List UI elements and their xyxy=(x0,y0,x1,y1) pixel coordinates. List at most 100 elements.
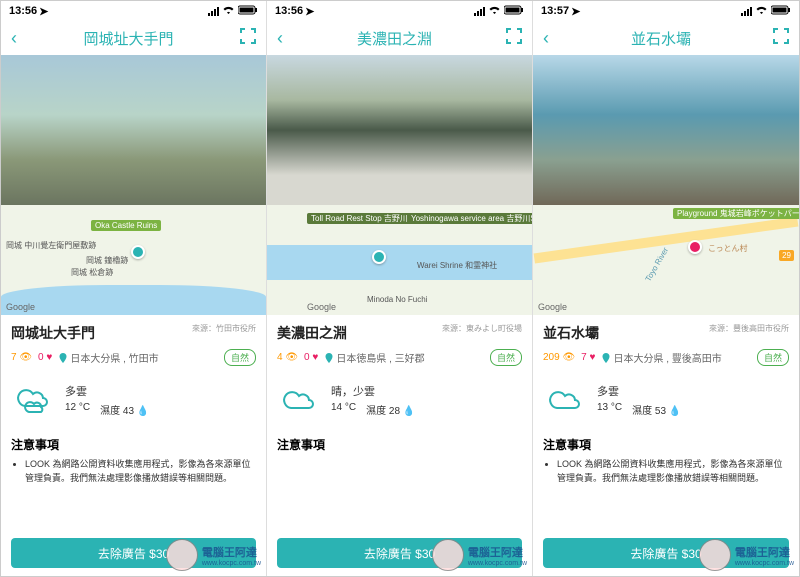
weather-widget: 晴，少雲 14 °C 濕度 28 💧 xyxy=(277,374,522,426)
source-label: 來源：豐後高田市役所 xyxy=(709,323,789,334)
remove-ads-button[interactable]: 去除廣告 $30 xyxy=(543,538,789,568)
weather-temp: 12 °C xyxy=(65,402,90,417)
map-poi-label: Yoshinogawa service area 吉野川SA (下り) xyxy=(407,213,533,224)
location-name: 美濃田之淵 xyxy=(277,323,347,343)
battery-icon xyxy=(771,5,791,18)
signal-icon xyxy=(208,7,219,16)
address-label: 日本徳島県 , 三好郡 xyxy=(324,350,424,365)
category-tag: 自然 xyxy=(757,349,789,366)
notes-list: LOOK 為網路公開資料收集應用程式，影像為各來源單位管理負責。我們無法處理影像… xyxy=(543,458,789,485)
weather-temp: 14 °C xyxy=(331,402,356,417)
screen-2: 13:56➤ ‹ 美濃田之淵 Toll Road Rest Stop 吉野川ハイ… xyxy=(267,1,533,576)
source-label: 來源：東みよし町役場 xyxy=(442,323,522,334)
map-pin-icon xyxy=(688,240,702,254)
map-pin-icon xyxy=(131,245,145,259)
weather-humidity: 濕度 43 💧 xyxy=(100,402,149,417)
signal-icon xyxy=(741,7,752,16)
map-poi-label: Warei Shrine 和霊神社 xyxy=(417,260,497,271)
signal-icon xyxy=(474,7,485,16)
remove-ads-button[interactable]: 去除廣告 $30 xyxy=(11,538,256,568)
weather-condition: 多雲 xyxy=(597,383,681,399)
fullscreen-button[interactable] xyxy=(773,28,789,49)
camera-photo[interactable] xyxy=(1,55,266,205)
fullscreen-button[interactable] xyxy=(240,28,256,49)
weather-condition: 多雲 xyxy=(65,383,149,399)
view-count: 209 👁 xyxy=(543,352,575,363)
status-bar: 13:56➤ xyxy=(267,1,532,21)
map-view[interactable]: Playground 鬼城岩峰ポケットパーク こっとん村 29 Toyo Riv… xyxy=(533,205,799,315)
location-arrow-icon: ➤ xyxy=(305,5,314,18)
wifi-icon xyxy=(222,5,235,18)
map-poi-label: Oka Castle Ruins xyxy=(91,220,161,231)
fullscreen-button[interactable] xyxy=(506,28,522,49)
location-name: 並石水壩 xyxy=(543,323,599,343)
location-arrow-icon: ➤ xyxy=(39,5,48,18)
map-view[interactable]: Oka Castle Ruins 岡城 中川覺左衛門屋敷跡 岡城 鐘櫓跡 岡城 … xyxy=(1,205,266,315)
like-count: 0 ♥ xyxy=(304,352,318,363)
info-panel: 美濃田之淵 來源：東みよし町役場 4 👁 0 ♥ 日本徳島県 , 三好郡 自然 … xyxy=(267,315,532,466)
weather-humidity: 濕度 53 💧 xyxy=(632,402,681,417)
note-item: LOOK 為網路公開資料收集應用程式，影像為各來源單位管理負責。我們無法處理影像… xyxy=(25,458,256,485)
status-time: 13:56 xyxy=(9,5,37,17)
location-arrow-icon: ➤ xyxy=(571,5,580,18)
view-count: 4 👁 xyxy=(277,352,298,363)
remove-ads-button[interactable]: 去除廣告 $30 xyxy=(277,538,522,568)
google-attribution: Google xyxy=(6,302,35,312)
source-label: 來源：竹田市役所 xyxy=(192,323,256,334)
status-time: 13:56 xyxy=(275,5,303,17)
weather-humidity: 濕度 28 💧 xyxy=(366,402,415,417)
weather-widget: 多雲 13 °C 濕度 53 💧 xyxy=(543,374,789,426)
weather-temp: 13 °C xyxy=(597,402,622,417)
map-poi-label: 岡城 鐘櫓跡 xyxy=(86,255,128,266)
page-title: 岡城址大手門 xyxy=(83,28,173,49)
back-button[interactable]: ‹ xyxy=(11,28,17,49)
note-item: LOOK 為網路公開資料收集應用程式，影像為各來源單位管理負責。我們無法處理影像… xyxy=(557,458,789,485)
category-tag: 自然 xyxy=(224,349,256,366)
info-panel: 並石水壩 來源：豐後高田市役所 209 👁 7 ♥ 日本大分県 , 豐後高田市 … xyxy=(533,315,799,495)
nav-bar: ‹ 並石水壩 xyxy=(533,21,799,55)
address-label: 日本大分県 , 竹田市 xyxy=(58,350,158,365)
back-button[interactable]: ‹ xyxy=(277,28,283,49)
google-attribution: Google xyxy=(307,302,336,312)
camera-photo[interactable] xyxy=(533,55,799,205)
status-time: 13:57 xyxy=(541,5,569,17)
back-button[interactable]: ‹ xyxy=(543,28,549,49)
wifi-icon xyxy=(755,5,768,18)
notes-heading: 注意事項 xyxy=(11,436,256,453)
map-poi-label: Playground 鬼城岩峰ポケットパーク xyxy=(673,208,799,219)
map-river-label: Toyo River xyxy=(644,246,671,283)
map-route-badge: 29 xyxy=(779,250,794,261)
wifi-icon xyxy=(488,5,501,18)
weather-condition: 晴，少雲 xyxy=(331,383,415,399)
nav-bar: ‹ 美濃田之淵 xyxy=(267,21,532,55)
status-bar: 13:57➤ xyxy=(533,1,799,21)
category-tag: 自然 xyxy=(490,349,522,366)
notes-heading: 注意事項 xyxy=(277,436,522,453)
weather-widget: 多雲 12 °C 濕度 43 💧 xyxy=(11,374,256,426)
battery-icon xyxy=(238,5,258,18)
google-attribution: Google xyxy=(538,302,567,312)
view-count: 7 👁 xyxy=(11,352,32,363)
info-panel: 岡城址大手門 來源：竹田市役所 7 👁 0 ♥ 日本大分県 , 竹田市 自然 多… xyxy=(1,315,266,495)
notes-heading: 注意事項 xyxy=(543,436,789,453)
like-count: 0 ♥ xyxy=(38,352,52,363)
map-view[interactable]: Toll Road Rest Stop 吉野川ハイウェイオアシス Yoshino… xyxy=(267,205,532,315)
triple-screenshot-container: 13:56 ➤ ‹ 岡城址大手門 Oka Castle Ruins 岡城 中川覺… xyxy=(0,0,800,577)
screen-1: 13:56 ➤ ‹ 岡城址大手門 Oka Castle Ruins 岡城 中川覺… xyxy=(1,1,267,576)
map-poi-label: こっとん村 xyxy=(708,243,747,254)
page-title: 並石水壩 xyxy=(631,28,691,49)
camera-photo[interactable] xyxy=(267,55,532,205)
map-poi-label: 岡城 中川覺左衛門屋敷跡 xyxy=(6,240,96,251)
location-name: 岡城址大手門 xyxy=(11,323,95,343)
map-poi-label: 岡城 松倉跡 xyxy=(71,267,113,278)
like-count: 7 ♥ xyxy=(581,352,595,363)
battery-icon xyxy=(504,5,524,18)
cloud-icon xyxy=(11,378,55,422)
notes-list: LOOK 為網路公開資料收集應用程式，影像為各來源單位管理負責。我們無法處理影像… xyxy=(11,458,256,485)
cloud-icon xyxy=(543,378,587,422)
screen-3: 13:57➤ ‹ 並石水壩 Playground 鬼城岩峰ポケットパーク こっと… xyxy=(533,1,799,576)
cloud-icon xyxy=(277,378,321,422)
address-label: 日本大分県 , 豐後高田市 xyxy=(601,350,721,365)
status-bar: 13:56 ➤ xyxy=(1,1,266,21)
page-title: 美濃田之淵 xyxy=(357,28,432,49)
